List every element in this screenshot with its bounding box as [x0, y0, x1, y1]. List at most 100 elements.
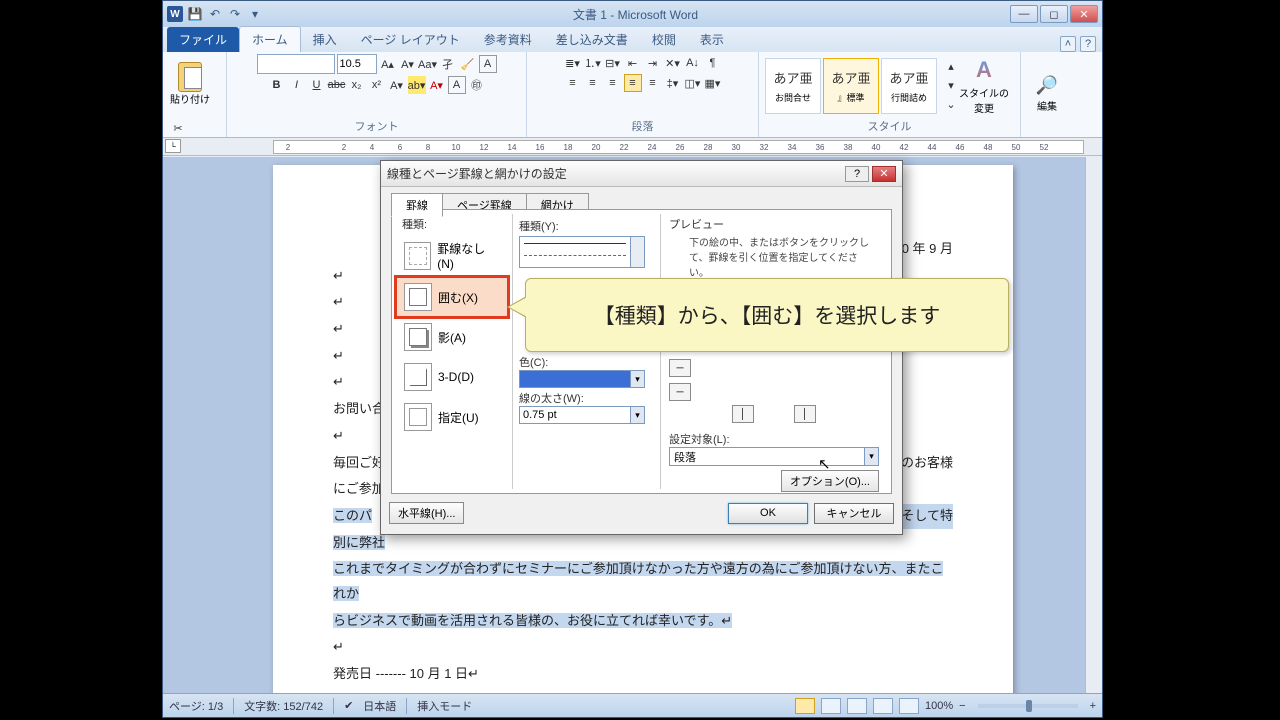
status-zoom[interactable]: 100% — [925, 700, 953, 712]
close-button[interactable]: ✕ — [1070, 5, 1098, 23]
font-color-icon[interactable]: A▾ — [428, 76, 446, 94]
style-item-0[interactable]: あア亜お問合せ — [765, 58, 821, 114]
italic-button[interactable]: I — [288, 76, 306, 94]
superscript-button[interactable]: x² — [368, 76, 386, 94]
view-web[interactable] — [847, 698, 867, 714]
style-gallery-up-icon[interactable]: ▴ — [942, 58, 960, 76]
status-page[interactable]: ページ: 1/3 — [169, 698, 223, 714]
shading-icon[interactable]: ◫▾ — [684, 74, 702, 92]
change-styles-button[interactable]: A スタイルの 変更 — [963, 55, 1005, 117]
view-outline[interactable] — [873, 698, 893, 714]
style-item-2[interactable]: あア亜行間詰め — [881, 58, 937, 114]
status-mode[interactable]: 挿入モード — [417, 698, 472, 714]
bold-button[interactable]: B — [268, 76, 286, 94]
tab-file[interactable]: ファイル — [167, 27, 239, 52]
style-item-1[interactable]: あア亜』標準 — [823, 58, 879, 114]
font-size-combo[interactable] — [337, 54, 377, 74]
options-button[interactable]: オプション(O)... — [781, 470, 879, 492]
justify-icon[interactable]: ≡ — [624, 74, 642, 92]
clear-format-icon[interactable]: 🧹 — [459, 55, 477, 73]
char-border-icon[interactable]: A — [479, 55, 497, 73]
minimize-button[interactable]: — — [1010, 5, 1038, 23]
status-proof-icon[interactable]: ✔ — [344, 699, 353, 712]
minimize-ribbon-icon[interactable]: ˄ — [1060, 36, 1076, 52]
type-none[interactable]: 罫線なし(N) — [396, 234, 508, 277]
tab-borders[interactable]: 罫線 — [391, 193, 443, 217]
maximize-button[interactable]: ◻ — [1040, 5, 1068, 23]
qat-dropdown-icon[interactable]: ▾ — [247, 6, 263, 22]
vertical-scrollbar[interactable] — [1085, 157, 1102, 693]
strike-button[interactable]: abc — [328, 76, 346, 94]
decrease-indent-icon[interactable]: ⇤ — [624, 54, 642, 72]
status-words[interactable]: 文字数: 152/742 — [244, 698, 323, 714]
edge-right-button[interactable]: │ — [794, 405, 816, 423]
enclose-char-icon[interactable]: ㊞ — [468, 76, 486, 94]
sort-icon[interactable]: A↓ — [684, 54, 702, 72]
font-name-combo[interactable] — [257, 54, 335, 74]
multilevel-icon[interactable]: ⊟▾ — [604, 54, 622, 72]
dialog-help-button[interactable]: ? — [845, 166, 869, 182]
undo-icon[interactable]: ↶ — [207, 6, 223, 22]
type-shadow[interactable]: 影(A) — [396, 317, 508, 357]
save-icon[interactable]: 💾 — [187, 6, 203, 22]
style-gallery-more-icon[interactable]: ⌄ — [942, 96, 960, 114]
ruler-corner[interactable]: └ — [165, 139, 181, 153]
tab-references[interactable]: 参考資料 — [472, 27, 544, 52]
edge-bottom-button[interactable]: ─ — [669, 383, 691, 401]
char-shading-icon[interactable]: A — [448, 76, 466, 94]
view-draft[interactable] — [899, 698, 919, 714]
cut-icon[interactable]: ✂ — [169, 119, 187, 137]
asian-layout-icon[interactable]: ✕▾ — [664, 54, 682, 72]
show-marks-icon[interactable]: ¶ — [704, 54, 722, 72]
align-right-icon[interactable]: ≡ — [604, 74, 622, 92]
align-center-icon[interactable]: ≡ — [584, 74, 602, 92]
zoom-in-icon[interactable]: + — [1090, 700, 1096, 712]
zoom-slider[interactable] — [978, 704, 1078, 708]
edge-top-button[interactable]: ─ — [669, 359, 691, 377]
tab-insert[interactable]: 挿入 — [301, 27, 349, 52]
view-print-layout[interactable] — [795, 698, 815, 714]
paste-button[interactable]: 貼り付け — [169, 54, 211, 116]
apply-to-combo[interactable]: 段落▾ — [669, 447, 879, 466]
editing-button[interactable]: 🔎 編集 — [1027, 63, 1067, 125]
ok-button[interactable]: OK — [728, 503, 808, 524]
tab-view[interactable]: 表示 — [688, 27, 736, 52]
zoom-out-icon[interactable]: − — [959, 700, 965, 712]
grow-font-icon[interactable]: A▴ — [379, 55, 397, 73]
dialog-close-button[interactable]: ✕ — [872, 166, 896, 182]
width-combo[interactable]: 0.75 pt▾ — [519, 406, 645, 424]
type-box[interactable]: 囲む(X) — [396, 277, 508, 317]
shrink-font-icon[interactable]: A▾ — [399, 55, 417, 73]
type-custom[interactable]: 指定(U) — [396, 397, 508, 437]
horizontal-line-button[interactable]: 水平線(H)... — [389, 502, 464, 524]
tab-review[interactable]: 校閲 — [640, 27, 688, 52]
cancel-button[interactable]: キャンセル — [814, 503, 894, 524]
style-gallery[interactable]: あア亜お問合せ あア亜』標準 あア亜行間詰め — [765, 58, 937, 114]
phonetic-guide-icon[interactable]: 孑 — [439, 55, 457, 73]
help-icon[interactable]: ? — [1080, 36, 1096, 52]
tab-home[interactable]: ホーム — [239, 26, 301, 52]
line-spacing-icon[interactable]: ‡▾ — [664, 74, 682, 92]
numbering-icon[interactable]: ⒈▾ — [584, 54, 602, 72]
change-case-icon[interactable]: Aa▾ — [419, 55, 437, 73]
redo-icon[interactable]: ↷ — [227, 6, 243, 22]
dialog-title-bar[interactable]: 線種とページ罫線と網かけの設定 ? ✕ — [381, 161, 902, 187]
horizontal-ruler[interactable]: 2246810121416182022242628303234363840424… — [273, 140, 1084, 154]
color-combo[interactable]: ▾ — [519, 370, 645, 388]
increase-indent-icon[interactable]: ⇥ — [644, 54, 662, 72]
tab-mailings[interactable]: 差し込み文書 — [544, 27, 640, 52]
distribute-icon[interactable]: ≡ — [644, 74, 662, 92]
text-effects-icon[interactable]: A▾ — [388, 76, 406, 94]
type-3d[interactable]: 3-D(D) — [396, 357, 508, 397]
edge-left-button[interactable]: │ — [732, 405, 754, 423]
view-full-screen[interactable] — [821, 698, 841, 714]
subscript-button[interactable]: x₂ — [348, 76, 366, 94]
highlight-icon[interactable]: ab▾ — [408, 76, 426, 94]
underline-button[interactable]: U — [308, 76, 326, 94]
bullets-icon[interactable]: ≣▾ — [564, 54, 582, 72]
status-lang[interactable]: 日本語 — [363, 698, 396, 714]
style-gallery-down-icon[interactable]: ▾ — [942, 77, 960, 95]
align-left-icon[interactable]: ≡ — [564, 74, 582, 92]
line-style-list[interactable] — [519, 236, 645, 268]
borders-icon[interactable]: ▦▾ — [704, 74, 722, 92]
